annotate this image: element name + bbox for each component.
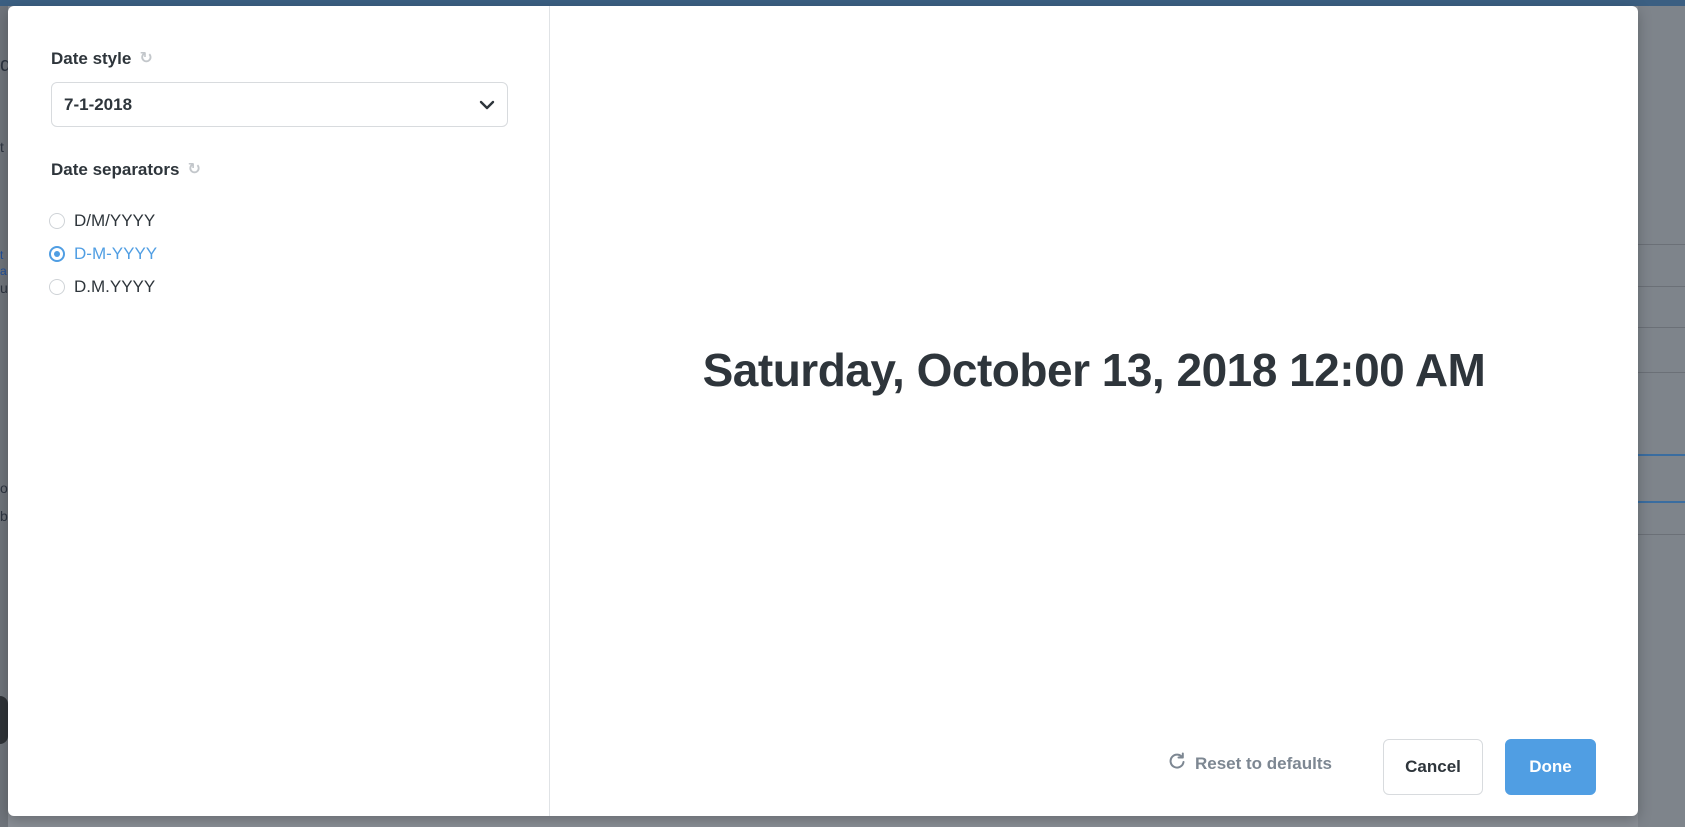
date-style-label: Date style ↻ xyxy=(51,49,153,69)
background-divider xyxy=(1638,372,1685,373)
date-preview-panel: Saturday, October 13, 2018 12:00 AM xyxy=(550,6,1638,606)
background-text-fragment: a xyxy=(0,264,7,278)
radio-button[interactable] xyxy=(49,278,65,295)
background-divider xyxy=(1638,244,1685,245)
chevron-down-icon xyxy=(479,99,495,111)
background-text-fragment: t xyxy=(0,248,4,262)
background-divider-highlight xyxy=(1638,454,1685,456)
background-divider xyxy=(1638,327,1685,328)
date-style-label-text: Date style xyxy=(51,49,132,68)
reset-icon xyxy=(1168,752,1186,775)
date-style-select-value: 7-1-2018 xyxy=(64,94,133,114)
separator-option-dot[interactable]: D.M.YYYY xyxy=(49,270,157,303)
date-format-modal: Date style ↻ 7-1-2018 Date separators ↻ … xyxy=(8,6,1638,816)
separator-option-label: D.M.YYYY xyxy=(74,276,156,296)
background-text-fragment: t xyxy=(0,139,4,155)
background-divider-highlight xyxy=(1638,501,1685,503)
reset-to-defaults-button[interactable]: Reset to defaults xyxy=(1168,752,1332,775)
radio-button[interactable] xyxy=(49,212,65,229)
background-text-fragment: b xyxy=(0,508,8,524)
date-style-select[interactable]: 7-1-2018 xyxy=(51,82,508,127)
date-separators-label: Date separators ↻ xyxy=(51,160,201,180)
settings-sidebar: Date style ↻ 7-1-2018 Date separators ↻ … xyxy=(8,6,550,816)
separator-option-dash[interactable]: D-M-YYYY xyxy=(49,237,157,270)
date-style-reset-icon[interactable]: ↻ xyxy=(139,51,152,67)
background-divider xyxy=(1638,534,1685,535)
reset-to-defaults-label: Reset to defaults xyxy=(1195,753,1332,773)
background-app-widget xyxy=(0,696,8,744)
radio-button-checked[interactable] xyxy=(49,245,65,262)
separator-option-slash[interactable]: D/M/YYYY xyxy=(49,204,157,237)
background-app-right-edge xyxy=(1638,6,1685,827)
date-separators-label-text: Date separators xyxy=(51,160,180,179)
separator-option-label: D/M/YYYY xyxy=(74,210,156,230)
cancel-button[interactable]: Cancel xyxy=(1383,739,1483,795)
date-separators-reset-icon[interactable]: ↻ xyxy=(188,162,201,178)
background-divider xyxy=(1638,286,1685,287)
date-preview-text: Saturday, October 13, 2018 12:00 AM xyxy=(702,344,1486,396)
done-button[interactable]: Done xyxy=(1505,739,1596,795)
date-separator-options: D/M/YYYY D-M-YYYY D.M.YYYY xyxy=(49,204,157,303)
background-text-fragment: o xyxy=(0,480,8,496)
background-text-fragment: u xyxy=(0,280,8,296)
separator-option-label: D-M-YYYY xyxy=(74,243,158,263)
